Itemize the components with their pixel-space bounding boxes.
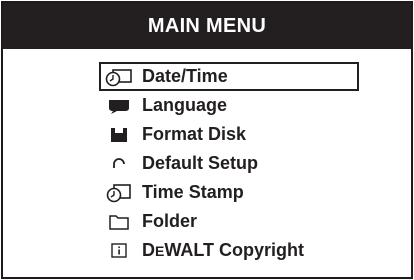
main-menu-window: MAIN MENU Date/Time Language Format Disk… (1, 1, 413, 279)
menu-item-language[interactable]: Language (99, 91, 359, 120)
floppy-disk-icon (105, 125, 133, 145)
menu-item-dewalt-copyright[interactable]: DEWALT Copyright (99, 236, 359, 265)
reset-arc-icon (105, 154, 133, 174)
menu-item-time-stamp[interactable]: Time Stamp (99, 178, 359, 207)
menu-item-format-disk[interactable]: Format Disk (99, 120, 359, 149)
menu-item-time-stamp-label: Time Stamp (142, 182, 244, 202)
clock-card-icon (105, 67, 133, 87)
menu-title: MAIN MENU (147, 14, 267, 37)
info-icon (105, 241, 133, 261)
menu-item-default-setup[interactable]: Default Setup (99, 149, 359, 178)
menu-title-bar: MAIN MENU (3, 3, 411, 49)
folder-icon (105, 212, 133, 232)
menu-item-folder-label: Folder (142, 211, 198, 231)
menu-item-folder[interactable]: Folder (99, 207, 359, 236)
menu-item-dewalt-copyright-label: DEWALT Copyright (142, 240, 304, 260)
speech-bubble-icon (105, 96, 133, 116)
menu-item-language-label: Language (142, 95, 228, 115)
menu-item-date-time[interactable]: Date/Time (99, 62, 359, 91)
menu-item-format-disk-label: Format Disk (142, 124, 247, 144)
main-menu-list: Date/Time Language Format Disk Default S… (3, 49, 411, 277)
clock-stamp-icon (105, 183, 133, 203)
menu-item-date-time-label: Date/Time (142, 66, 228, 86)
menu-item-default-setup-label: Default Setup (142, 153, 259, 173)
